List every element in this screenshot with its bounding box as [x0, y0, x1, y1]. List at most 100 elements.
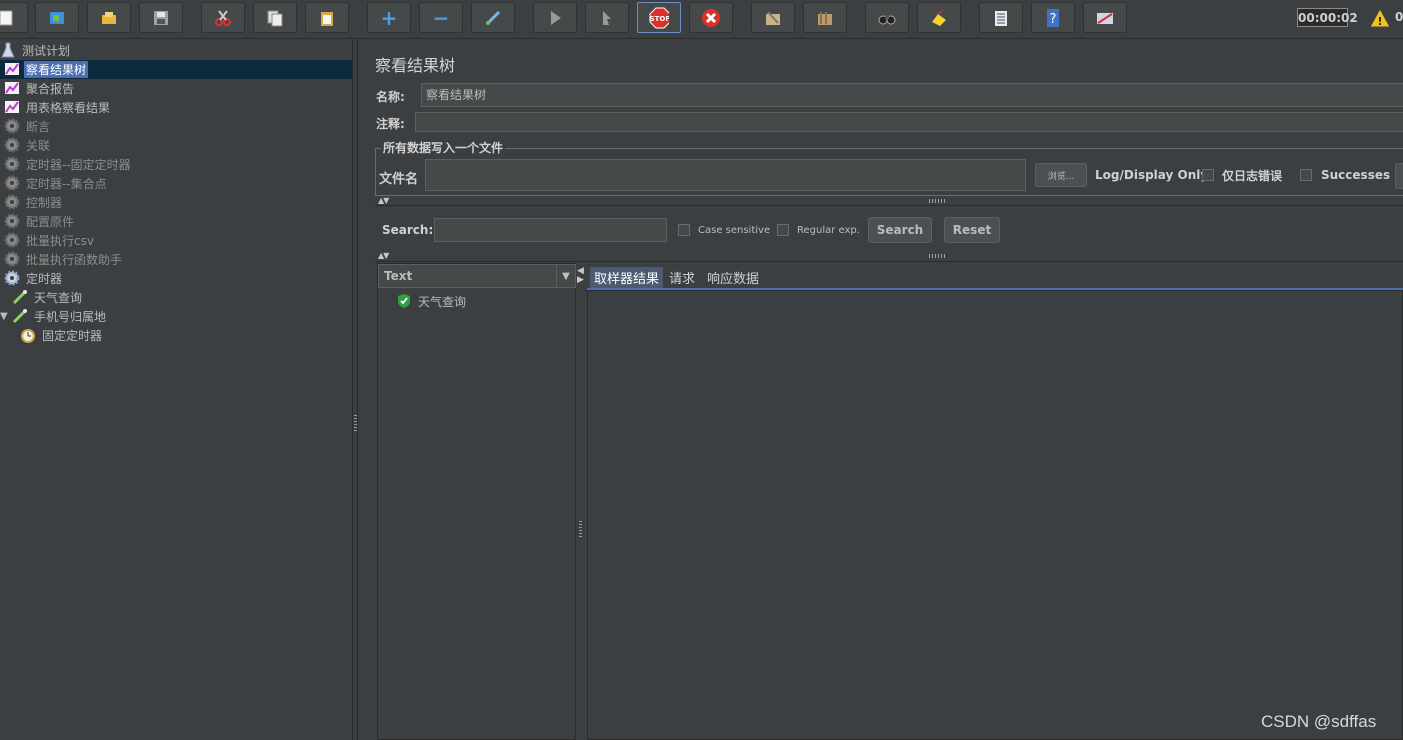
start-button[interactable]	[533, 2, 577, 33]
cut-button[interactable]	[201, 2, 245, 33]
function-helper-icon	[991, 8, 1011, 28]
copy-button[interactable]	[253, 2, 297, 33]
tree-item-label: 手机号归属地	[34, 309, 107, 324]
tree-item-constant-timer-group[interactable]: 定时器--固定定时器	[4, 155, 133, 173]
filename-field[interactable]	[425, 159, 1026, 191]
stop-text: STOP	[650, 15, 669, 23]
tree-item-label: 批量执行函数助手	[26, 252, 123, 267]
divider-grip[interactable]	[929, 199, 947, 203]
tree-item-table-results[interactable]: 用表格察看结果	[4, 98, 112, 116]
gear-icon	[4, 270, 20, 286]
collapse-arrows-icon[interactable]: ▲▼	[378, 251, 389, 260]
errors-only-checkbox[interactable]	[1202, 169, 1214, 181]
gear-icon	[4, 194, 20, 210]
warning-icon[interactable]: !	[1369, 7, 1391, 28]
expand-button[interactable]: +	[367, 2, 411, 33]
help-button[interactable]: ?	[1031, 2, 1075, 33]
case-sensitive-checkbox[interactable]	[678, 224, 690, 236]
main-splitter[interactable]	[352, 40, 358, 740]
tree-item-label: 固定定时器	[42, 328, 103, 343]
start-icon	[545, 8, 565, 28]
tree-item-weather-query[interactable]: 天气查询	[12, 288, 84, 306]
listener-icon	[4, 80, 20, 96]
search-label: Search:	[382, 223, 434, 237]
toggle-button[interactable]	[471, 2, 515, 33]
tree-item-assertion[interactable]: 断言	[4, 117, 52, 135]
tab-sampler-result[interactable]: 取样器结果	[590, 267, 664, 288]
tree-item-label: 定时器--固定定时器	[26, 157, 131, 172]
regex-checkbox[interactable]	[777, 224, 789, 236]
results-splitter[interactable]: ◀ ▶	[576, 263, 587, 740]
case-sensitive-label: Case sensitive	[698, 225, 771, 236]
regex-label: Regular exp.	[797, 225, 860, 236]
tree-item-label: 批量执行csv	[26, 233, 94, 248]
log-viewer-button[interactable]	[1083, 2, 1127, 33]
shutdown-button[interactable]	[689, 2, 733, 33]
timer-icon	[20, 327, 36, 343]
tree-item-phone-location[interactable]: ▼ 手机号归属地	[0, 307, 108, 325]
tree-item-controller[interactable]: 控制器	[4, 193, 64, 211]
stop-button[interactable]: STOP	[637, 2, 681, 33]
tab-request[interactable]: 请求	[665, 267, 699, 288]
tree-item-timer[interactable]: 定时器	[4, 269, 64, 287]
search-button[interactable]: Search	[868, 217, 932, 243]
paste-icon	[317, 8, 337, 28]
gear-icon	[4, 156, 20, 172]
gear-icon	[4, 232, 20, 248]
svg-text:?: ?	[1050, 12, 1057, 27]
results-tree-pane	[377, 263, 576, 740]
search-input[interactable]	[434, 218, 667, 242]
result-item-label: 天气查询	[418, 294, 467, 309]
tree-item-label: 察看结果树	[24, 60, 89, 78]
paste-button[interactable]	[305, 2, 349, 33]
function-helper-button[interactable]	[979, 2, 1023, 33]
remote-stop-icon	[815, 8, 835, 28]
search-button[interactable]	[865, 2, 909, 33]
open-button[interactable]	[87, 2, 131, 33]
new-icon	[0, 8, 16, 28]
tree-item-aggregate-report[interactable]: 聚合报告	[4, 79, 76, 97]
tree-item-correlation[interactable]: 关联	[4, 136, 52, 154]
tree-item-constant-timer[interactable]: 固定定时器	[20, 326, 104, 344]
renderer-select[interactable]: Text ▼	[378, 264, 576, 288]
save-button[interactable]	[139, 2, 183, 33]
chevron-down-icon[interactable]: ▼	[556, 265, 575, 287]
tree-item-test-plan[interactable]: 测试计划	[0, 41, 72, 59]
collapse-arrows-icon[interactable]: ▲▼	[378, 196, 389, 205]
new-button[interactable]	[0, 2, 28, 33]
log-viewer-icon	[1095, 8, 1115, 28]
renderer-value: Text	[384, 269, 413, 283]
remote-stop-button[interactable]	[803, 2, 847, 33]
clear-button[interactable]	[917, 2, 961, 33]
errors-only-label: 仅日志错误	[1222, 169, 1283, 183]
remote-start-icon	[763, 8, 783, 28]
log-display-label: Log/Display Only:	[1095, 168, 1213, 182]
comment-field[interactable]	[415, 112, 1403, 132]
successes-checkbox[interactable]	[1300, 169, 1312, 181]
elapsed-timer: 00:00:02	[1297, 8, 1358, 27]
collapse-left-arrow-icon[interactable]: ◀ ▶	[577, 267, 584, 285]
gear-icon	[4, 251, 20, 267]
tree-item-label: 聚合报告	[26, 81, 75, 96]
templates-button[interactable]	[35, 2, 79, 33]
result-item-weather-query[interactable]: 天气查询	[396, 292, 468, 310]
tree-item-rendezvous-timer[interactable]: 定时器--集合点	[4, 174, 109, 192]
tree-item-config-element[interactable]: 配置原件	[4, 212, 76, 230]
collapse-button[interactable]: −	[419, 2, 463, 33]
remote-start-button[interactable]	[751, 2, 795, 33]
configure-button[interactable]	[1395, 163, 1403, 189]
tree-item-batch-function-helper[interactable]: 批量执行函数助手	[4, 250, 124, 268]
divider-grip[interactable]	[929, 254, 947, 258]
filename-label: 文件名	[379, 172, 419, 187]
tree-item-batch-csv[interactable]: 批量执行csv	[4, 231, 96, 249]
expand-arrow-icon[interactable]: ▼	[0, 311, 12, 322]
tree-item-view-results-tree[interactable]: 察看结果树	[4, 60, 89, 78]
start-no-pause-button[interactable]	[585, 2, 629, 33]
name-field[interactable]: 察看结果树	[421, 83, 1403, 107]
splitter-grip	[579, 521, 582, 539]
tab-response-data[interactable]: 响应数据	[703, 267, 763, 288]
warning-count: 0	[1395, 10, 1403, 24]
reset-button[interactable]: Reset	[944, 217, 1000, 243]
test-plan-icon	[0, 42, 16, 58]
browse-button[interactable]: 浏览...	[1035, 163, 1087, 187]
